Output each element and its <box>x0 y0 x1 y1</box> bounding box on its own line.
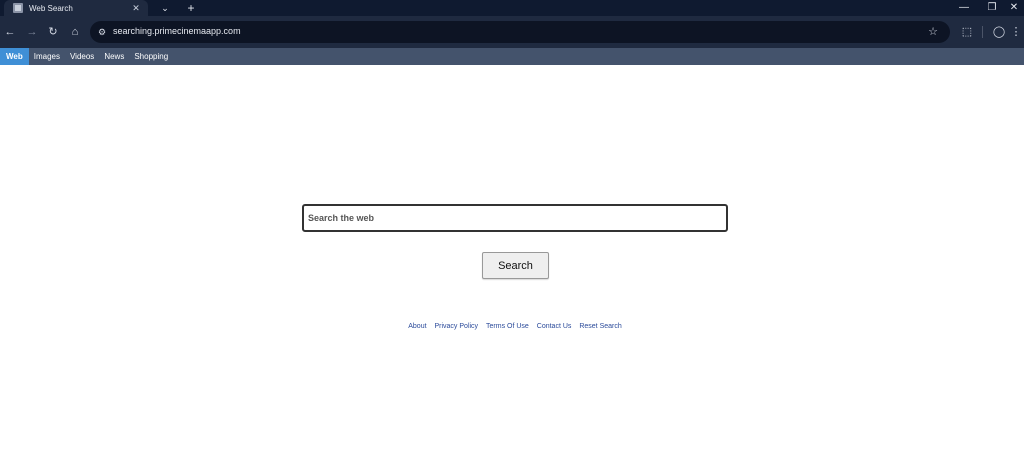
footer-link-reset-search[interactable]: Reset Search <box>579 323 621 330</box>
nav-shopping[interactable]: Shopping <box>129 48 173 65</box>
toolbar-divider <box>982 26 983 38</box>
footer-link-privacy-policy[interactable]: Privacy Policy <box>434 323 478 330</box>
browser-titlebar: Web Search ✕ ⌄ + — ❐ ✕ <box>0 0 1024 16</box>
nav-news[interactable]: News <box>99 48 129 65</box>
search-input[interactable] <box>302 204 728 232</box>
page-icon <box>13 3 23 13</box>
back-arrow-icon[interactable]: ← <box>1 23 19 41</box>
extensions-icon[interactable]: ⬚ <box>958 23 976 41</box>
restore-icon[interactable]: ❐ <box>980 0 1004 16</box>
browser-toolbar: ← → ↻ ⌂ ⚙ searching.primecinemaapp.com ☆… <box>0 16 1024 48</box>
search-button[interactable]: Search <box>482 252 549 279</box>
profile-icon[interactable]: ◯ <box>990 23 1008 41</box>
forward-arrow-icon[interactable]: → <box>23 23 41 41</box>
search-category-nav: Web Images Videos News Shopping <box>0 48 1024 65</box>
footer-links: About Privacy Policy Terms Of Use Contac… <box>0 323 1024 330</box>
menu-kebab-icon[interactable]: ⋮ <box>1010 23 1022 41</box>
nav-web[interactable]: Web <box>0 48 29 65</box>
bookmark-star-icon[interactable]: ☆ <box>926 24 940 40</box>
new-tab-icon[interactable]: + <box>184 0 198 16</box>
nav-images[interactable]: Images <box>29 48 65 65</box>
url-text[interactable]: searching.primecinemaapp.com <box>113 26 241 36</box>
site-info-icon[interactable]: ⚙ <box>95 25 109 39</box>
tab-search-chevron-icon[interactable]: ⌄ <box>158 1 172 15</box>
tab-web-search[interactable]: Web Search ✕ <box>4 0 148 16</box>
close-tab-icon[interactable]: ✕ <box>130 2 142 14</box>
footer-link-contact-us[interactable]: Contact Us <box>537 323 572 330</box>
close-window-icon[interactable]: ✕ <box>1004 0 1024 16</box>
home-icon[interactable]: ⌂ <box>66 23 84 41</box>
address-bar[interactable]: ⚙ searching.primecinemaapp.com ☆ <box>90 21 950 43</box>
tab-title: Web Search <box>29 3 73 13</box>
minimize-icon[interactable]: — <box>952 0 976 16</box>
footer-link-terms-of-use[interactable]: Terms Of Use <box>486 323 529 330</box>
footer-link-about[interactable]: About <box>408 323 426 330</box>
reload-icon[interactable]: ↻ <box>44 23 62 41</box>
nav-videos[interactable]: Videos <box>65 48 99 65</box>
